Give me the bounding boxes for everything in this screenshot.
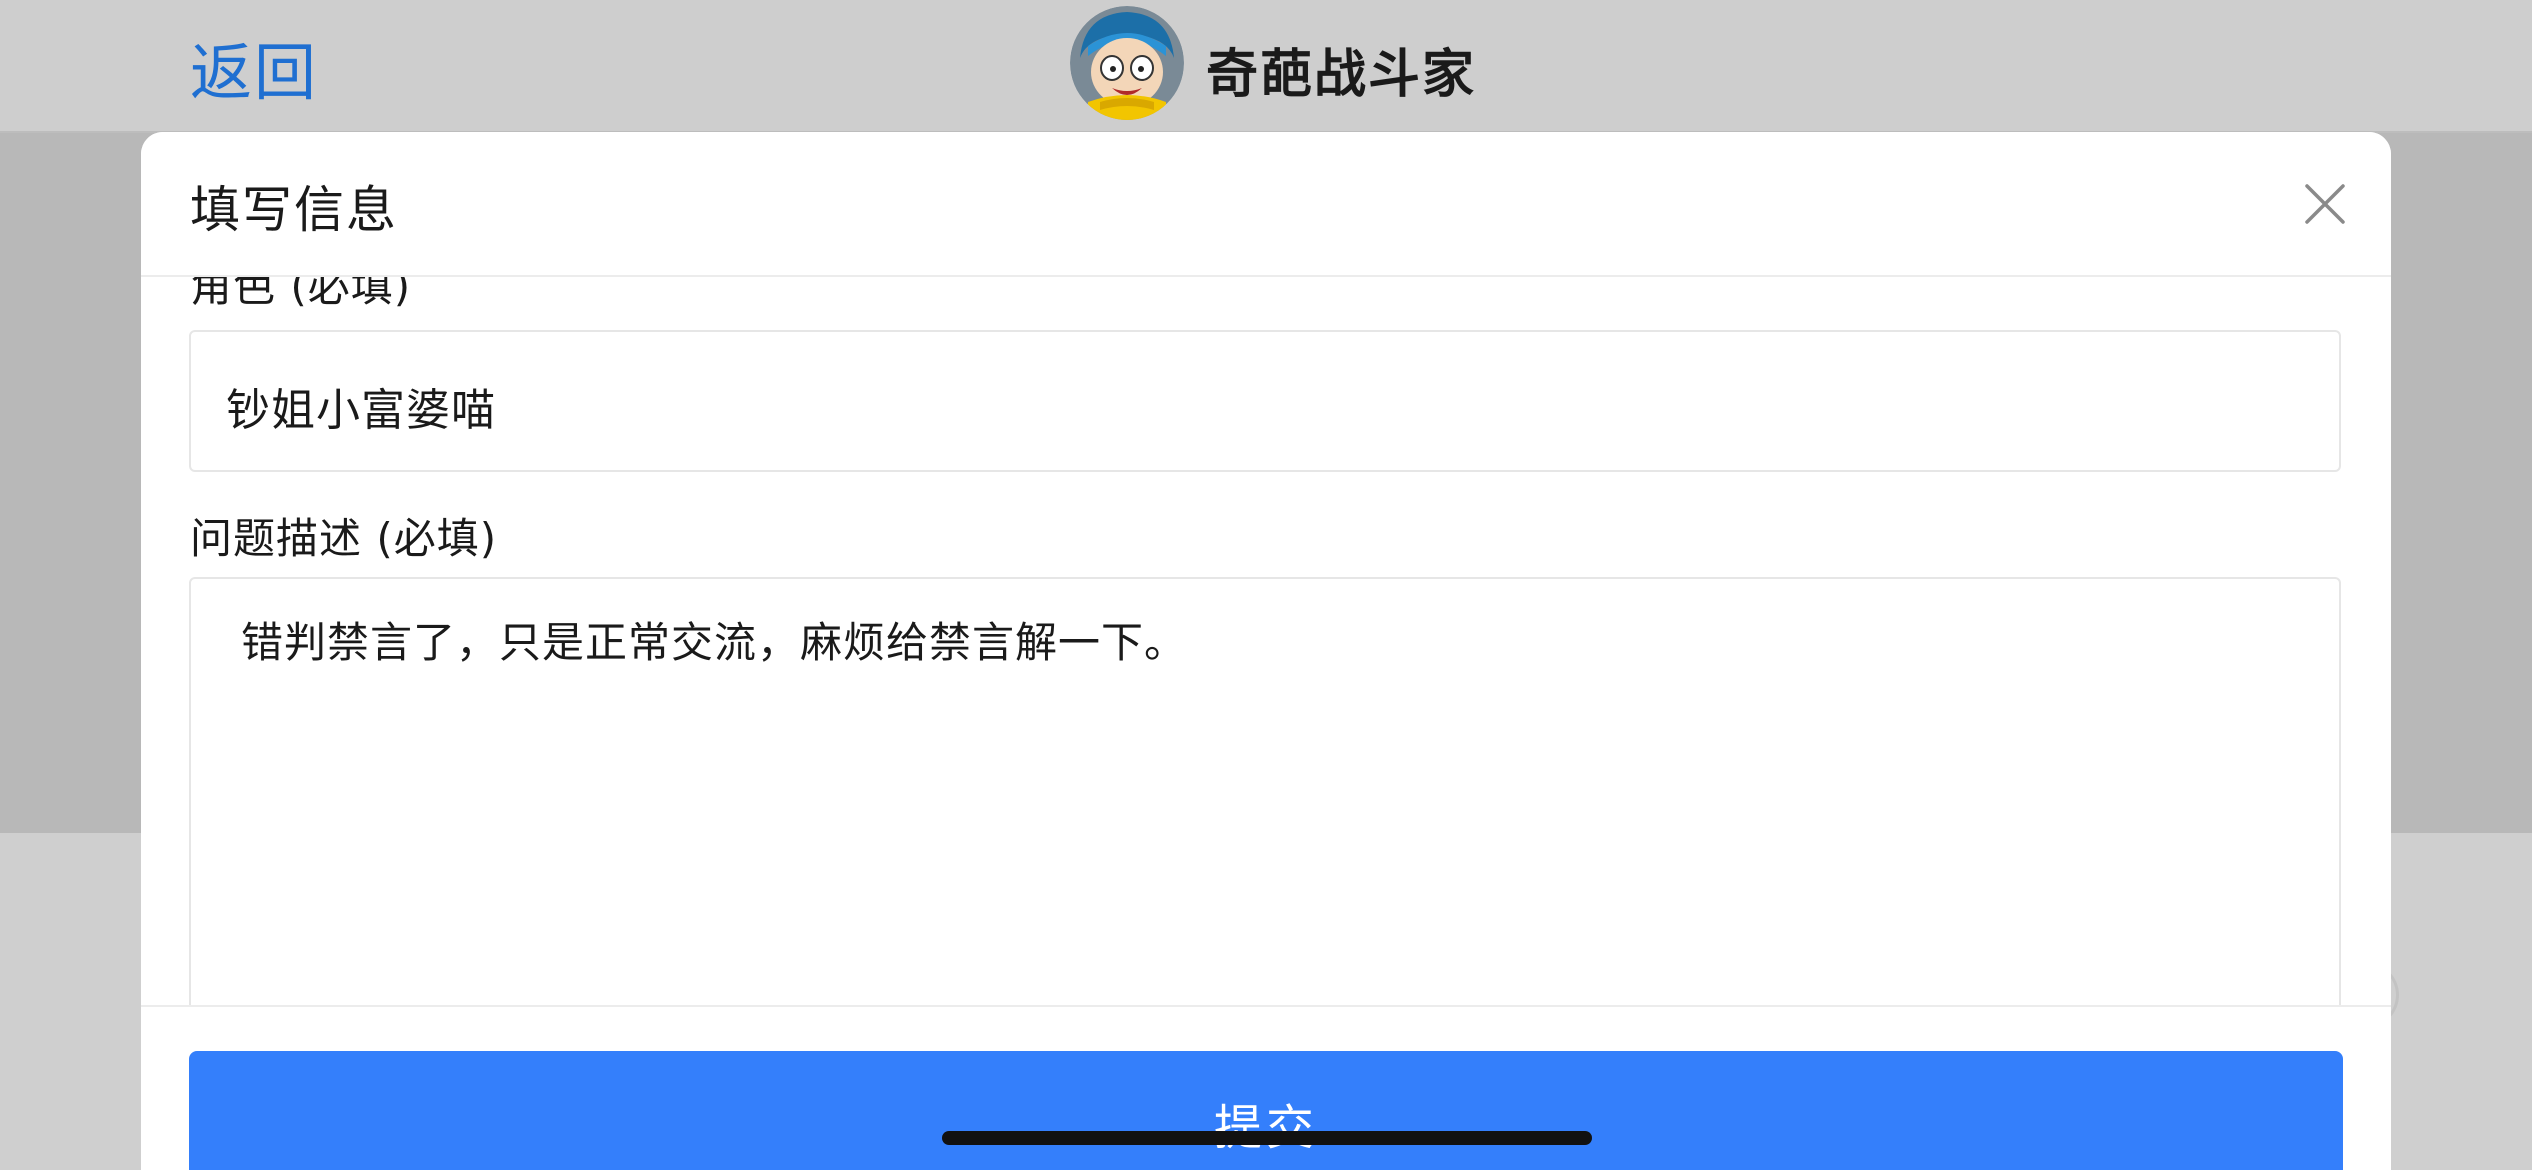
info-form-modal: 填写信息 角色 (必填) 钞姐小富婆喵 问题描述 (必填) 错判禁言了，只是正常… <box>141 132 2391 1170</box>
description-field-label: 问题描述 (必填) <box>190 514 498 563</box>
game-title: 奇葩战斗家 <box>1206 45 1477 105</box>
role-input-value: 钞姐小富婆喵 <box>226 385 496 436</box>
back-button[interactable]: 返回 <box>190 22 318 112</box>
submit-button[interactable]: 提交 <box>189 1051 2343 1170</box>
description-textarea[interactable]: 错判禁言了，只是正常交流，麻烦给禁言解一下。 <box>189 577 2341 1005</box>
game-avatar-icon <box>1070 6 1184 120</box>
description-textarea-value: 错判禁言了，只是正常交流，麻烦给禁言解一下。 <box>241 618 1188 667</box>
home-indicator <box>942 1131 1592 1145</box>
modal-footer: 提交 <box>141 1005 2391 1170</box>
modal-header: 填写信息 <box>141 132 2391 277</box>
role-field-label: 角色 (必填) <box>190 277 412 311</box>
modal-form-body: 角色 (必填) 钞姐小富婆喵 问题描述 (必填) 错判禁言了，只是正常交流，麻烦… <box>141 277 2391 1005</box>
modal-title: 填写信息 <box>190 181 398 239</box>
role-input[interactable]: 钞姐小富婆喵 <box>189 330 2341 472</box>
close-icon[interactable] <box>2297 176 2353 232</box>
